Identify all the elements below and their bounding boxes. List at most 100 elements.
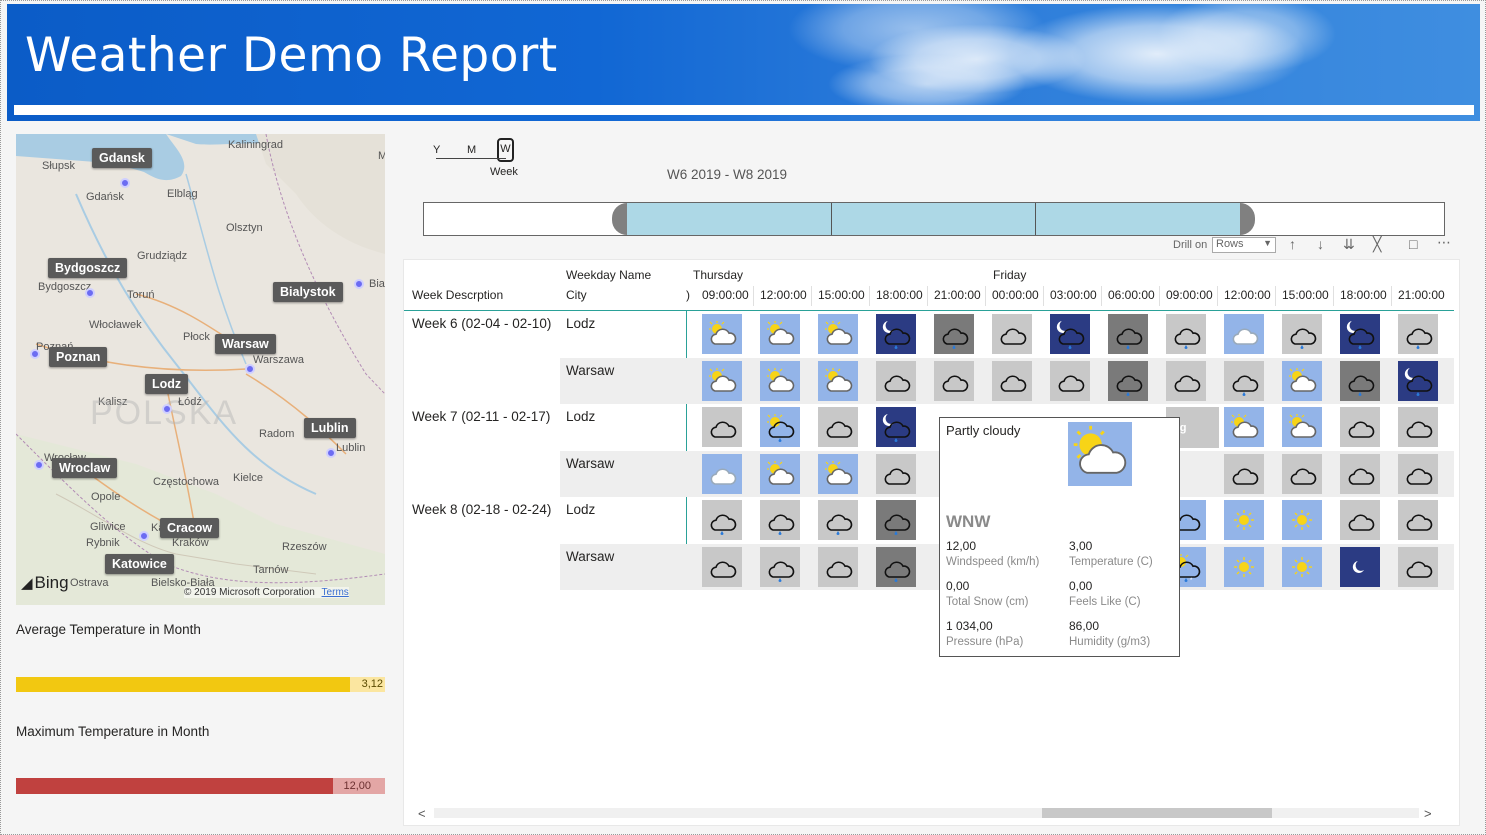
cloud-weather-icon[interactable] — [1398, 407, 1438, 447]
pcloudy-weather-icon[interactable] — [818, 453, 858, 494]
cloud-rain-weather-icon[interactable] — [818, 500, 858, 540]
map-bubble[interactable] — [162, 404, 172, 414]
scroll-right-button[interactable]: > — [1424, 806, 1432, 821]
cloud-weather-icon[interactable] — [702, 407, 742, 447]
night-rain-weather-icon[interactable] — [1340, 314, 1380, 354]
timeline-slicer[interactable] — [423, 202, 1445, 236]
cloud-weather-icon[interactable] — [1340, 407, 1380, 447]
cloud-weather-icon[interactable] — [1340, 453, 1380, 494]
map-bubble[interactable] — [139, 531, 149, 541]
next-level-icon[interactable]: ⇊ — [1343, 236, 1355, 253]
pcloudy-weather-icon[interactable] — [818, 360, 858, 401]
cloud-rain-dark-weather-icon[interactable] — [1340, 360, 1380, 401]
map-city-label-bialystok[interactable]: Bialystok — [273, 282, 343, 302]
cloud-weather-icon[interactable] — [1398, 500, 1438, 540]
weather-matrix[interactable]: Weekday Name Thursday Friday Week Descrp… — [403, 259, 1460, 826]
pcloudy-weather-icon[interactable] — [760, 314, 800, 354]
pcloudy-weather-icon[interactable] — [1224, 407, 1264, 447]
sunny-weather-icon[interactable] — [1282, 500, 1322, 540]
cloud-rain-weather-icon[interactable] — [760, 546, 800, 587]
cloud-rain-weather-icon[interactable] — [1224, 360, 1264, 401]
expand-hierarchy-icon[interactable]: ╳ — [1373, 236, 1381, 253]
sunny-weather-icon[interactable] — [1282, 546, 1322, 587]
map-city-label-bydgoszcz[interactable]: Bydgoszcz — [48, 258, 128, 278]
cloud-rain-dark-weather-icon[interactable] — [876, 546, 916, 587]
cloud-rain-weather-icon[interactable] — [760, 500, 800, 540]
city-row-label[interactable]: Lodz — [566, 502, 595, 517]
cloud-rain-weather-icon[interactable] — [1166, 314, 1206, 354]
pcloudy-weather-icon[interactable] — [702, 360, 742, 401]
cloud-weather-icon[interactable] — [876, 453, 916, 494]
cloud-rain-weather-icon[interactable] — [702, 500, 742, 540]
night-rain-weather-icon[interactable] — [1398, 360, 1438, 401]
map-bubble[interactable] — [85, 288, 95, 298]
cloud-weather-icon[interactable] — [1166, 360, 1206, 401]
cloud-weather-icon[interactable] — [1282, 453, 1322, 494]
drill-up-icon[interactable]: ↑ — [1289, 236, 1296, 252]
city-row-label[interactable]: Lodz — [566, 316, 595, 331]
pcloudy-weather-icon[interactable] — [760, 453, 800, 494]
city-row-label[interactable]: Warsaw — [566, 363, 614, 378]
selected-range[interactable] — [627, 203, 1240, 235]
map-bubble[interactable] — [326, 448, 336, 458]
week-row-label[interactable]: Week 7 (02-11 - 02-17) — [412, 409, 550, 424]
scrollbar-thumb[interactable] — [1042, 808, 1272, 818]
cloud-weather-icon[interactable] — [1224, 453, 1264, 494]
pcloudy-rain-weather-icon[interactable] — [760, 407, 800, 447]
map-city-label-katowice[interactable]: Katowice — [105, 554, 174, 574]
cloud-weather-icon[interactable] — [1340, 500, 1380, 540]
city-row-label[interactable]: Warsaw — [566, 456, 614, 471]
map-bubble[interactable] — [120, 178, 130, 188]
cloud-rain-dark-weather-icon[interactable] — [1108, 314, 1148, 354]
sunny-weather-icon[interactable] — [1224, 500, 1264, 540]
range-handle-left[interactable] — [612, 203, 627, 235]
avg-temp-bar-track[interactable]: 3,12 — [16, 677, 385, 692]
drill-down-icon[interactable]: ↓ — [1317, 236, 1324, 252]
cloud-weather-icon[interactable] — [1398, 453, 1438, 494]
cloud-rain-dark-weather-icon[interactable] — [876, 500, 916, 540]
night-rain-weather-icon[interactable] — [876, 314, 916, 354]
cloud-weather-icon[interactable] — [992, 314, 1032, 354]
map-city-label-lodz[interactable]: Lodz — [145, 374, 189, 394]
pcloudy-weather-icon[interactable] — [760, 360, 800, 401]
max-temp-bar-track[interactable]: 12,00 — [16, 778, 385, 794]
pcloudy-weather-icon[interactable] — [1282, 360, 1322, 401]
cloud-weather-icon[interactable] — [1398, 546, 1438, 587]
level-y[interactable]: Y — [433, 144, 440, 156]
pcloud-light-weather-icon[interactable] — [1224, 314, 1264, 354]
poland-map[interactable]: Kaliningrad Słupsk Gdańsk Elbląg Olsztyn… — [16, 134, 385, 605]
city-row-label[interactable]: Warsaw — [566, 549, 614, 564]
map-bubble[interactable] — [354, 279, 364, 289]
map-city-label-lublin[interactable]: Lublin — [304, 418, 356, 438]
cloud-weather-icon[interactable] — [702, 546, 742, 587]
map-city-label-cracow[interactable]: Cracow — [160, 518, 220, 538]
map-bubble[interactable] — [30, 349, 40, 359]
more-options-icon[interactable]: ⋯ — [1437, 234, 1451, 251]
cloud-rain-weather-icon[interactable] — [1398, 314, 1438, 354]
cloud-weather-icon[interactable] — [934, 360, 974, 401]
week-row-label[interactable]: Week 6 (02-04 - 02-10) — [412, 316, 551, 331]
scroll-left-button[interactable]: < — [418, 806, 426, 821]
pcloudy-weather-icon[interactable] — [702, 314, 742, 354]
cloud-weather-icon[interactable] — [992, 360, 1032, 401]
pcloudy-weather-icon[interactable] — [1282, 407, 1322, 447]
pcloud-light-weather-icon[interactable] — [702, 453, 742, 494]
sunny-weather-icon[interactable] — [1224, 546, 1264, 587]
level-m[interactable]: M — [467, 144, 476, 156]
map-bubble[interactable] — [34, 460, 44, 470]
cloud-rain-dark-weather-icon[interactable] — [1108, 360, 1148, 401]
night-clear-weather-icon[interactable] — [1340, 546, 1380, 587]
night-rain-weather-icon[interactable] — [1050, 314, 1090, 354]
range-handle-right[interactable] — [1240, 203, 1255, 235]
horizontal-scrollbar[interactable] — [434, 808, 1419, 818]
pcloudy-weather-icon[interactable] — [818, 314, 858, 354]
drill-on-select[interactable]: Rows ▼ — [1212, 237, 1276, 253]
cloud-weather-icon[interactable] — [818, 407, 858, 447]
map-city-label-wroclaw[interactable]: Wroclaw — [52, 458, 118, 478]
terms-link[interactable]: Terms — [322, 587, 349, 598]
cloud-rain-dark-weather-icon[interactable] — [934, 314, 974, 354]
map-city-label-poznan[interactable]: Poznan — [49, 347, 108, 367]
city-row-label[interactable]: Lodz — [566, 409, 595, 424]
focus-mode-icon[interactable]: □ — [1409, 236, 1417, 252]
map-city-label-gdansk[interactable]: Gdansk — [92, 148, 152, 168]
